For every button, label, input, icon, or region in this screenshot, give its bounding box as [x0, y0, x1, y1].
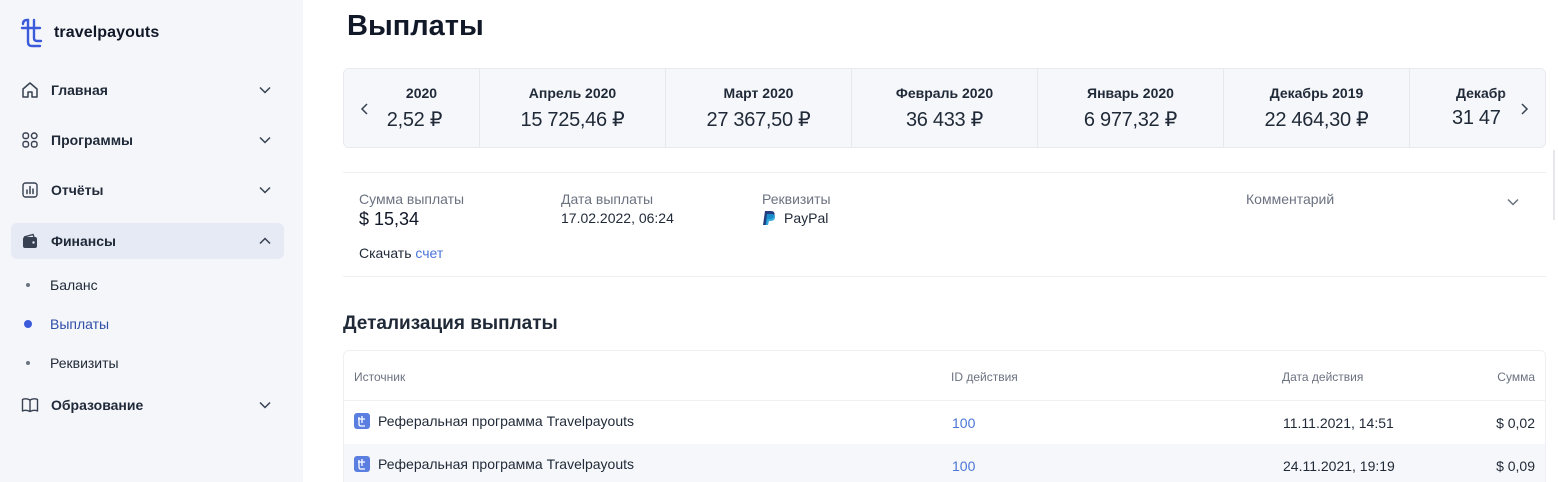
carousel-next-button[interactable]	[1503, 69, 1545, 147]
payout-method-name: PayPal	[784, 210, 829, 226]
action-sum: $ 0,09	[1496, 458, 1535, 474]
invoice-link[interactable]: счет	[415, 245, 443, 261]
sidebar-item-label: Главная	[51, 82, 108, 98]
source-name: Реферальная программа Travelpayouts	[378, 456, 635, 472]
payout-requisites-label: Реквизиты	[762, 191, 831, 207]
chevron-right-icon	[1521, 103, 1529, 115]
month-label: Декабрь 2019	[1269, 85, 1364, 101]
month-card[interactable]: Февраль 2020 36 433 ₽	[852, 69, 1038, 147]
sidebar-subitem-payouts[interactable]: Выплаты	[24, 316, 109, 332]
month-value: 36 433 ₽	[905, 109, 984, 131]
sidebar-item-finance[interactable]: Финансы	[11, 223, 284, 259]
month-label: Январь 2020	[1087, 85, 1174, 101]
month-label: Апрель 2020	[528, 85, 617, 101]
months-carousel: 2020 2,52 ₽ Апрель 2020 15 725,46 ₽ Март…	[343, 68, 1546, 148]
details-table: Источник ID действия Дата действия Сумма…	[343, 350, 1546, 482]
source-name: Реферальная программа Travelpayouts	[378, 413, 635, 429]
month-card[interactable]: Март 2020 27 367,50 ₽	[666, 69, 852, 147]
grid-icon	[20, 130, 40, 150]
sidebar-item-programs[interactable]: Программы	[11, 122, 284, 158]
bullet-dot	[26, 283, 30, 287]
chevron-down-icon	[259, 136, 271, 144]
sidebar-subitem-label: Реквизиты	[50, 355, 119, 371]
download-invoice: Скачать счет	[359, 245, 443, 261]
chevron-down-icon	[259, 401, 271, 409]
payout-method: PayPal	[762, 210, 831, 226]
month-value: 6 977,32 ₽	[1083, 109, 1178, 131]
bullet-dot	[24, 320, 32, 328]
sidebar-item-home[interactable]: Главная	[11, 72, 284, 108]
payout-amount-label: Сумма выплаты	[359, 191, 465, 207]
sidebar-subitem-label: Баланс	[50, 277, 98, 293]
bullet-dot	[26, 361, 30, 365]
column-header-source: Источник	[354, 370, 406, 384]
paypal-icon	[763, 211, 776, 225]
wallet-icon	[20, 231, 40, 251]
action-date: 24.11.2021, 19:19	[1283, 458, 1395, 474]
sidebar-item-reports[interactable]: Отчёты	[11, 172, 284, 208]
scrollbar[interactable]	[1553, 150, 1555, 220]
month-label: Февраль 2020	[895, 85, 994, 101]
source-cell: Реферальная программа Travelpayouts	[354, 456, 634, 472]
column-header-date: Дата действия	[1282, 370, 1364, 384]
chart-icon	[20, 180, 40, 200]
sidebar-item-label: Программы	[51, 132, 134, 148]
payout-comment-label: Комментарий	[1246, 191, 1335, 207]
details-title: Детализация выплаты	[343, 313, 558, 334]
month-value: 22 464,30 ₽	[1264, 109, 1369, 131]
logo[interactable]: travelpayouts	[20, 18, 159, 48]
download-text: Скачать	[359, 245, 412, 261]
chevron-up-icon	[259, 237, 271, 245]
payout-date-block: Дата выплаты 17.02.2022, 06:24	[561, 191, 674, 226]
travelpayouts-icon	[354, 413, 370, 429]
source-cell: Реферальная программа Travelpayouts	[354, 413, 634, 429]
sidebar-item-label: Отчёты	[51, 182, 104, 198]
payout-date-label: Дата выплаты	[561, 191, 654, 207]
payout-date: 17.02.2022, 06:24	[561, 210, 674, 226]
month-card[interactable]: Декабрь 2019 22 464,30 ₽	[1224, 69, 1410, 147]
payout-amount-block: Сумма выплаты $ 15,34	[359, 191, 464, 230]
home-icon	[20, 80, 40, 100]
month-value: 27 367,50 ₽	[706, 109, 811, 131]
payout-amount: $ 15,34	[359, 209, 420, 229]
chevron-left-icon	[360, 103, 368, 115]
month-value: 15 725,46 ₽	[520, 109, 625, 131]
action-sum: $ 0,02	[1496, 415, 1535, 431]
brand-name: travelpayouts	[54, 24, 160, 41]
column-header-id: ID действия	[951, 370, 1018, 384]
chevron-down-icon	[259, 86, 271, 94]
travelpayouts-icon	[354, 456, 370, 472]
action-date: 11.11.2021, 14:51	[1283, 415, 1394, 431]
action-id-link[interactable]: 100	[952, 415, 975, 431]
sidebar-item-education[interactable]: Образование	[11, 387, 284, 423]
chevron-down-icon[interactable]	[1506, 195, 1520, 209]
chevron-down-icon	[259, 186, 271, 194]
payout-comment-block: Комментарий	[1246, 191, 1334, 207]
page-title: Выплаты	[347, 10, 484, 42]
month-label: Март 2020	[723, 85, 794, 101]
table-row: Реферальная программа Travelpayouts 100 …	[344, 401, 1545, 444]
travelpayouts-logo-icon	[20, 18, 43, 48]
payout-card: Сумма выплаты $ 15,34 Дата выплаты 17.02…	[343, 172, 1546, 277]
month-card[interactable]: Январь 2020 6 977,32 ₽	[1038, 69, 1224, 147]
payout-requisites-block: Реквизиты PayPal	[762, 191, 831, 226]
sidebar-item-label: Образование	[51, 397, 144, 413]
action-id-link[interactable]: 100	[952, 458, 975, 474]
sidebar-item-label: Финансы	[51, 233, 116, 249]
sidebar-subitem-label: Выплаты	[50, 316, 110, 332]
sidebar-subitem-requisites[interactable]: Реквизиты	[24, 355, 119, 371]
table-row: Реферальная программа Travelpayouts 100 …	[344, 444, 1545, 482]
book-icon	[20, 395, 40, 415]
carousel-prev-button[interactable]	[344, 69, 386, 147]
table-header: Источник ID действия Дата действия Сумма	[344, 351, 1545, 401]
sidebar-subitem-balance[interactable]: Баланс	[24, 277, 98, 293]
month-card[interactable]: Апрель 2020 15 725,46 ₽	[480, 69, 666, 147]
sidebar: travelpayouts Главная Программы Отчёты Ф…	[0, 0, 303, 482]
column-header-sum: Сумма	[1497, 370, 1535, 384]
